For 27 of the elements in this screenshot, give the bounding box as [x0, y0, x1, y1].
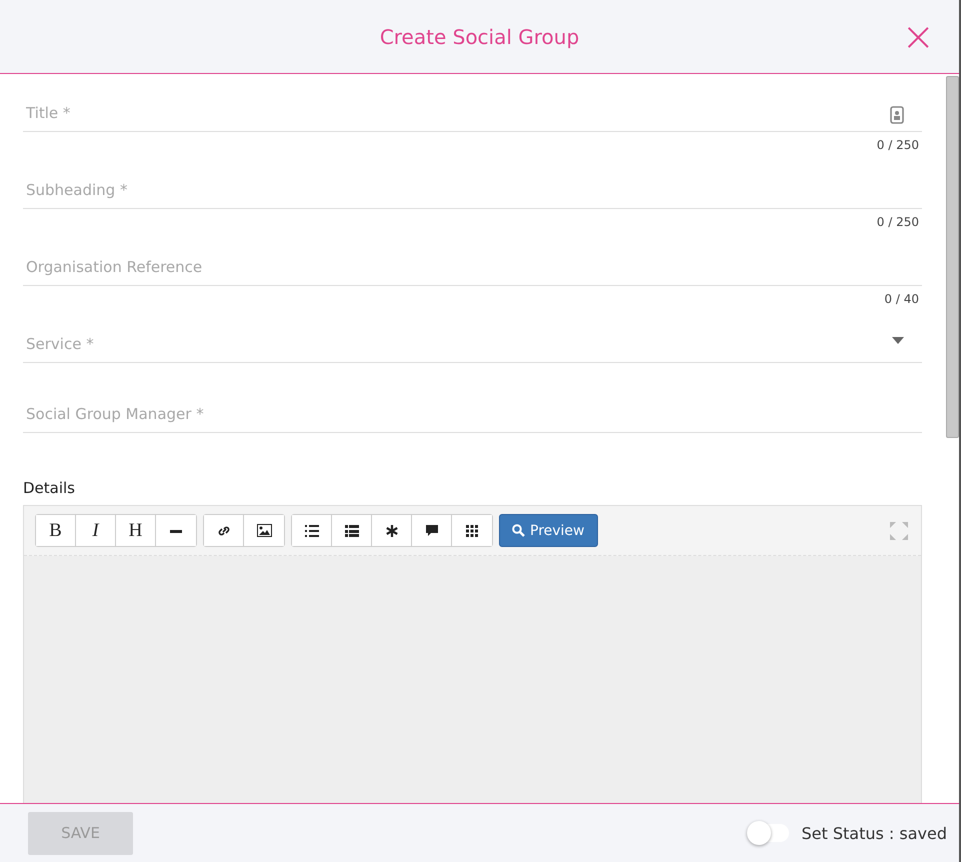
image-icon [256, 524, 272, 537]
contact-card-icon[interactable] [890, 106, 904, 124]
details-label: Details [23, 479, 76, 497]
status-label: Set Status : saved [801, 824, 947, 842]
input-field[interactable]: Service * [23, 325, 922, 363]
character-counter: 0 / 40 [884, 292, 920, 306]
close-button[interactable]: × [899, 22, 937, 52]
dropdown-caret-icon[interactable] [892, 337, 904, 344]
bullet-list-icon [344, 524, 358, 536]
character-counter: 0 / 250 [876, 215, 920, 229]
link-icon [216, 524, 230, 538]
character-counter: 0 / 250 [876, 138, 920, 152]
grid-icon [466, 524, 478, 536]
dialog-title: Create Social Group [380, 24, 580, 48]
bold-button[interactable]: B [36, 515, 76, 546]
status-toggle[interactable] [749, 824, 790, 842]
input-field[interactable]: Social Group Manager * [23, 395, 922, 433]
search-icon [512, 524, 525, 537]
ordered-list-button[interactable] [292, 515, 332, 546]
input-field[interactable]: Organisation Reference [23, 248, 922, 286]
list-icon [304, 524, 318, 536]
speech-bubble-icon [424, 524, 438, 537]
asterisk-icon [386, 524, 398, 536]
link-button[interactable] [204, 515, 244, 546]
input-field[interactable]: Subheading * [23, 171, 922, 209]
input-field[interactable]: Title * [23, 94, 922, 132]
preview-button[interactable]: Preview [499, 514, 598, 547]
